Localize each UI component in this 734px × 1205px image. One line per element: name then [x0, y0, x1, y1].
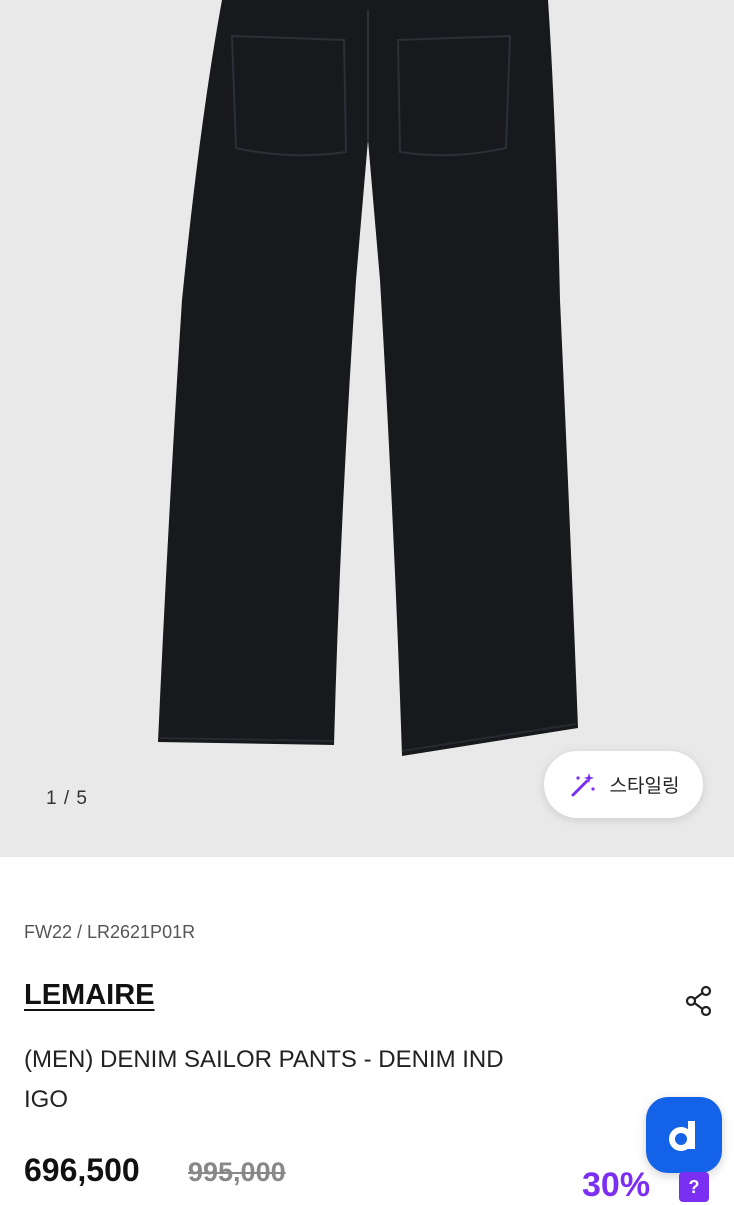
styling-button-label: 스타일링	[609, 776, 680, 797]
product-title: (MEN) DENIM SAILOR PANTS - DENIM IND IGO	[24, 1040, 624, 1120]
magic-wand-icon	[571, 772, 595, 796]
season-product-code: FW22 / LR2621P01R	[24, 922, 196, 942]
app-fab-button[interactable]	[646, 1097, 722, 1173]
original-price: 995,000	[188, 1157, 286, 1187]
discount-help-icon[interactable]: ?	[679, 1172, 709, 1202]
product-image-pants	[158, 0, 578, 756]
styling-button[interactable]: 스타일링	[544, 751, 703, 818]
brand-link[interactable]: LEMAIRE	[24, 979, 155, 1012]
product-title-line: (MEN) DENIM SAILOR PANTS - DENIM IND	[24, 1046, 504, 1073]
product-image-gallery[interactable]: 1 / 5 스타일링	[0, 0, 734, 857]
share-icon[interactable]	[684, 985, 714, 1017]
image-counter: 1 / 5	[46, 788, 88, 809]
discount-rate: 30%	[582, 1166, 651, 1204]
d-logo-icon	[669, 1121, 695, 1151]
sale-price: 696,500	[24, 1152, 140, 1188]
product-title-line: IGO	[24, 1086, 69, 1113]
